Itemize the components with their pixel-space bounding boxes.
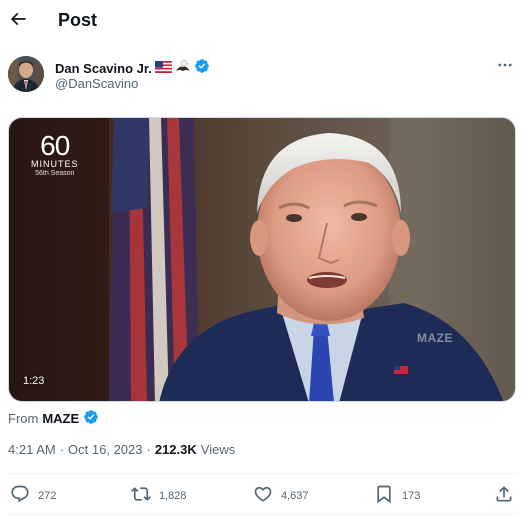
- sixty-minutes-logo: 60 MINUTES 56th Season: [31, 130, 79, 178]
- bookmark-icon: [374, 484, 394, 507]
- meta-separator: ·: [59, 442, 65, 457]
- more-button[interactable]: [496, 56, 514, 78]
- meta-separator: ·: [146, 442, 151, 457]
- eagle-icon: [175, 59, 191, 79]
- share-icon: [494, 484, 514, 507]
- divider: [8, 514, 516, 515]
- bookmark-count: 173: [402, 489, 421, 502]
- author-handle[interactable]: @DanScavino: [55, 76, 138, 91]
- action-bar: 272 1,828 4,637 173: [8, 474, 516, 514]
- post-time[interactable]: 4:21 AM: [8, 442, 56, 457]
- logo-season: 56th Season: [35, 170, 75, 177]
- video-duration: 1:23: [23, 375, 45, 387]
- post-date[interactable]: Oct 16, 2023: [68, 442, 142, 457]
- from-attribution: From MAZE: [8, 409, 99, 428]
- reply-icon: [10, 484, 30, 507]
- logo-number: 60: [40, 130, 70, 161]
- repost-count: 1,828: [159, 489, 187, 502]
- us-flag-icon: [154, 60, 172, 78]
- video-player[interactable]: 60 MINUTES 56th Season MAZE 1:23: [8, 117, 516, 402]
- from-prefix: From: [8, 411, 39, 426]
- post-author: Dan Scavino Jr. @DanScavino: [8, 54, 520, 98]
- post-meta: 4:21 AM · Oct 16, 2023 · 212.3K Views: [8, 442, 235, 457]
- page-title: Post: [58, 10, 98, 30]
- verified-badge-icon: [83, 409, 99, 428]
- like-count: 4,637: [281, 489, 309, 502]
- more-horizontal-icon: [496, 61, 514, 78]
- views-label: Views: [200, 442, 236, 457]
- video-frame: [9, 118, 515, 401]
- arrow-left-icon: [8, 9, 28, 34]
- logo-word: MINUTES: [31, 159, 79, 169]
- video-watermark: MAZE: [417, 331, 453, 345]
- display-name[interactable]: Dan Scavino Jr.: [55, 61, 152, 76]
- like-button[interactable]: 4,637: [253, 484, 309, 507]
- reply-button[interactable]: 272: [10, 484, 56, 507]
- avatar[interactable]: [8, 56, 44, 92]
- from-source-name[interactable]: MAZE: [42, 411, 79, 426]
- repost-button[interactable]: 1,828: [131, 484, 187, 507]
- share-button[interactable]: [494, 484, 514, 507]
- views-count: 212.3K: [154, 442, 197, 457]
- reply-count: 272: [38, 489, 57, 502]
- heart-icon: [253, 484, 273, 507]
- back-button[interactable]: [6, 8, 30, 34]
- repost-icon: [131, 484, 151, 507]
- verified-badge-icon: [194, 58, 210, 79]
- top-bar: Post: [0, 0, 528, 44]
- bookmark-button[interactable]: 173: [374, 484, 420, 507]
